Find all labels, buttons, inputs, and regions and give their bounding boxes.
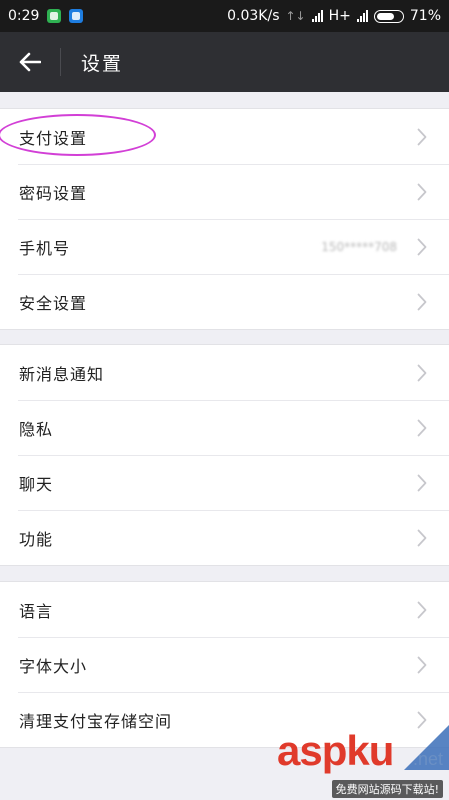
page-title: 设置: [81, 52, 124, 75]
status-bar: 0:29 0.03K/s ↑↓ H+ 71%: [0, 0, 449, 32]
row-label: 聊天: [19, 474, 54, 494]
watermark-brand: aspku: [277, 727, 394, 774]
chevron-right-icon: [411, 291, 433, 313]
signal-strength-icon-2: [356, 10, 368, 22]
settings-row-privacy[interactable]: 隐私: [0, 400, 449, 455]
chevron-right-icon: [411, 417, 433, 439]
battery-icon: [373, 9, 404, 23]
settings-row-notifications[interactable]: 新消息通知: [0, 345, 449, 400]
chevron-right-icon: [411, 181, 433, 203]
settings-group-account: 支付设置 密码设置 手机号 150*****708 安全设置: [0, 108, 449, 330]
row-label: 语言: [19, 601, 54, 621]
status-right: 0.03K/s ↑↓ H+ 71%: [227, 8, 441, 24]
row-label: 清理支付宝存储空间: [19, 711, 173, 731]
settings-row-chat[interactable]: 聊天: [0, 455, 449, 510]
settings-row-payment[interactable]: 支付设置: [0, 109, 449, 164]
watermark-tagline: 免费网站源码下载站!: [331, 780, 443, 798]
network-speed: 0.03K/s: [227, 8, 280, 24]
settings-row-security[interactable]: 安全设置: [0, 274, 449, 329]
settings-group-other: 语言 字体大小 清理支付宝存储空间: [0, 581, 449, 748]
row-label: 安全设置: [19, 293, 88, 313]
chevron-right-icon: [411, 654, 433, 676]
chevron-right-icon: [411, 599, 433, 621]
chevron-right-icon: [411, 126, 433, 148]
settings-row-language[interactable]: 语言: [0, 582, 449, 637]
chevron-right-icon: [411, 236, 433, 258]
green-shield-icon: [47, 9, 62, 23]
network-type: H+: [328, 8, 351, 24]
settings-group-general: 新消息通知 隐私 聊天 功能: [0, 344, 449, 566]
data-activity-icon: ↑↓: [285, 9, 306, 23]
phone-number-value: 150*****708: [321, 239, 397, 254]
row-label: 新消息通知: [19, 364, 105, 384]
row-label: 支付设置: [19, 128, 88, 148]
row-label: 手机号: [19, 238, 71, 258]
watermark-logo: aspku .net 免费网站源码下载站!: [269, 725, 449, 800]
chevron-right-icon: [411, 527, 433, 549]
battery-fill: [376, 12, 394, 20]
app-header: 设置: [0, 32, 449, 92]
status-time: 0:29: [8, 8, 40, 24]
signal-strength-icon: [311, 10, 323, 22]
battery-percent: 71%: [409, 8, 441, 24]
back-arrow-icon: [19, 52, 41, 72]
chevron-right-icon: [411, 362, 433, 384]
blue-app-icon: [69, 9, 84, 23]
row-label: 功能: [19, 529, 54, 549]
row-label: 密码设置: [19, 183, 88, 203]
watermark-tld: .net: [412, 749, 443, 769]
row-label: 隐私: [19, 419, 54, 439]
settings-row-password[interactable]: 密码设置: [0, 164, 449, 219]
header-divider: [60, 48, 61, 76]
settings-row-features[interactable]: 功能: [0, 510, 449, 565]
status-left: 0:29: [8, 8, 84, 24]
row-label: 字体大小: [19, 656, 88, 676]
back-button[interactable]: [0, 32, 60, 92]
chevron-right-icon: [411, 472, 433, 494]
settings-row-font-size[interactable]: 字体大小: [0, 637, 449, 692]
settings-row-phone[interactable]: 手机号 150*****708: [0, 219, 449, 274]
